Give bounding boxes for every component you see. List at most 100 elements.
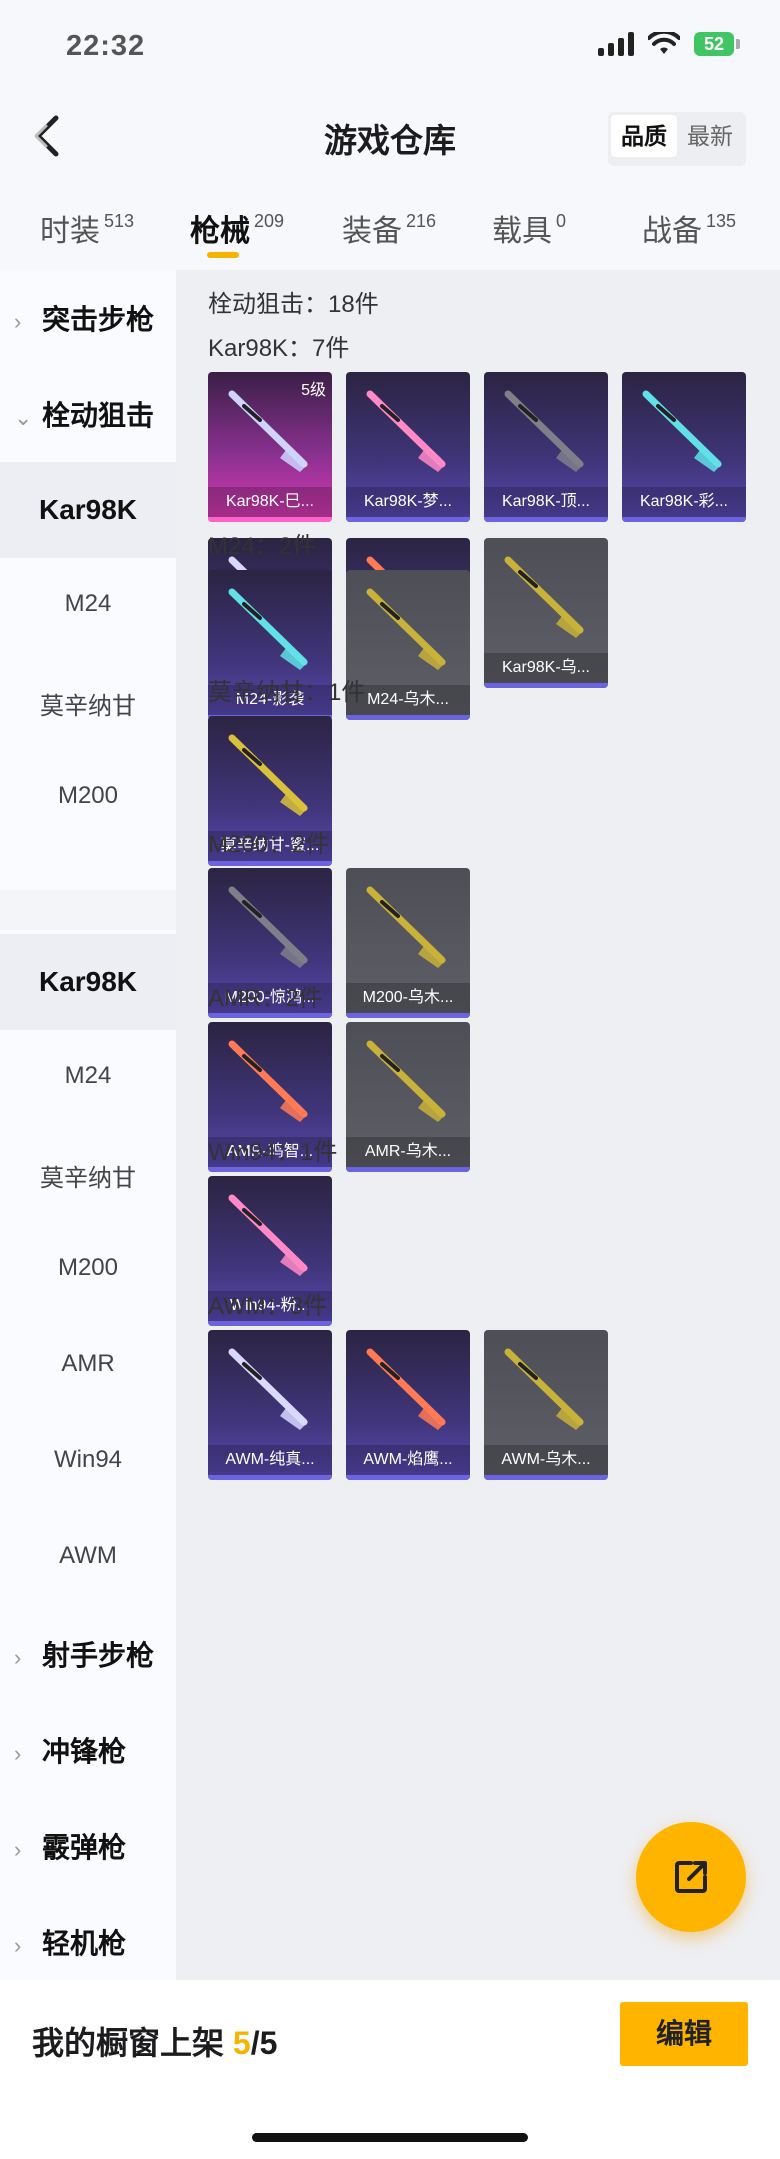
rifle-icon bbox=[366, 1040, 446, 1122]
rarity-bar bbox=[208, 1475, 332, 1480]
sidebar-group-assault-rifle[interactable]: › 突击步枪 bbox=[0, 298, 190, 338]
sidebar-group-bolt-sniper[interactable]: ⌄ 栓动狙击 bbox=[0, 394, 190, 434]
rarity-bar bbox=[208, 1167, 332, 1172]
battery-icon: 52 bbox=[694, 32, 740, 56]
wifi-icon bbox=[648, 32, 680, 54]
section-title: AMR：2件 bbox=[208, 985, 323, 1012]
rifle-icon bbox=[504, 1348, 584, 1430]
category-header: 栓动狙击：18件 bbox=[208, 291, 379, 318]
item-name: Kar98K-彩... bbox=[622, 487, 746, 517]
weapon-card[interactable]: AWM-乌木... bbox=[484, 1330, 608, 1480]
item-name: Kar98K-乌... bbox=[484, 653, 608, 683]
signal-icon bbox=[598, 32, 634, 56]
sidebar-item-win94[interactable]: Win94 bbox=[0, 1446, 176, 1474]
chevron-right-icon: › bbox=[14, 1933, 22, 1958]
sidebar: › 突击步枪 ⌄ 栓动狙击 Kar98K M24 莫辛纳甘 M200 Kar98K … bbox=[0, 270, 176, 1980]
home-indicator bbox=[252, 2133, 528, 2142]
weapon-card[interactable]: AMR-乌木... bbox=[346, 1022, 470, 1172]
tab-fashion[interactable]: 时装 513 bbox=[40, 206, 134, 250]
tab-vehicles[interactable]: 载具 0 bbox=[492, 206, 566, 250]
rifle-icon bbox=[228, 886, 308, 968]
sidebar-group-marksman-rifle[interactable]: › 射手步枪 bbox=[0, 1634, 190, 1674]
chevron-right-icon: › bbox=[14, 1645, 22, 1670]
bottom-bar: 我的橱窗上架 5/5 编辑 bbox=[0, 1980, 780, 2159]
item-name: AMR-乌木... bbox=[346, 1137, 470, 1167]
tab-supplies[interactable]: 战备 135 bbox=[642, 206, 736, 250]
edit-button[interactable]: 编辑 bbox=[620, 2002, 748, 2066]
weapon-card[interactable]: AWM-纯真... bbox=[208, 1330, 332, 1480]
sort-option-latest[interactable]: 最新 bbox=[677, 115, 743, 157]
sidebar-group-shotgun[interactable]: › 霰弹枪 bbox=[0, 1826, 190, 1866]
section-title: M24：2件 bbox=[208, 533, 317, 560]
weapon-card[interactable]: AWM-焰鹰... bbox=[346, 1330, 470, 1480]
header: 游戏仓库 品质 最新 bbox=[0, 96, 780, 180]
rifle-icon bbox=[366, 390, 446, 472]
rifle-icon bbox=[366, 1348, 446, 1430]
item-name: AWM-纯真... bbox=[208, 1445, 332, 1475]
sidebar-item-m24[interactable]: M24 bbox=[0, 590, 176, 618]
rarity-bar bbox=[622, 517, 746, 522]
sidebar-item-amr[interactable]: AMR bbox=[0, 1350, 176, 1378]
rarity-bar bbox=[208, 1013, 332, 1018]
rifle-icon bbox=[228, 1194, 308, 1276]
tab-weapons[interactable]: 枪械 209 bbox=[190, 206, 284, 250]
sidebar-item-kar98k[interactable]: Kar98K bbox=[0, 462, 176, 558]
sort-toggle: 品质 最新 bbox=[608, 112, 746, 166]
chevron-right-icon: › bbox=[14, 1741, 22, 1766]
status-indicators: 52 bbox=[598, 32, 740, 56]
chevron-down-icon: ⌄ bbox=[14, 405, 33, 430]
sidebar-group-smg[interactable]: › 冲锋枪 bbox=[0, 1730, 190, 1770]
sidebar-group-lmg[interactable]: › 轻机枪 bbox=[0, 1922, 190, 1962]
item-name: AWM-乌木... bbox=[484, 1445, 608, 1475]
rarity-bar bbox=[346, 517, 470, 522]
status-time: 22:32 bbox=[66, 30, 146, 62]
item-name: Kar98K-巳... bbox=[208, 487, 332, 517]
rarity-bar bbox=[346, 1167, 470, 1172]
rifle-icon bbox=[504, 390, 584, 472]
sidebar-item-kar98k-2[interactable]: Kar98K bbox=[0, 934, 176, 1030]
item-name: Kar98K-梦... bbox=[346, 487, 470, 517]
rifle-icon bbox=[228, 1348, 308, 1430]
rarity-bar bbox=[208, 517, 332, 522]
weapon-card[interactable]: Kar98K-顶... bbox=[484, 372, 608, 522]
battery-level: 52 bbox=[694, 32, 734, 56]
rifle-icon bbox=[504, 556, 584, 638]
active-tab-indicator bbox=[207, 252, 239, 258]
sidebar-item-mosin[interactable]: 莫辛纳甘 bbox=[0, 686, 176, 721]
weapon-card[interactable]: M200-乌木... bbox=[346, 868, 470, 1018]
weapon-card[interactable]: 5级 Kar98K-巳... bbox=[208, 372, 332, 522]
rarity-bar bbox=[484, 517, 608, 522]
item-level: 5级 bbox=[301, 382, 326, 399]
rarity-bar bbox=[484, 1475, 608, 1480]
sidebar-item-m24-2[interactable]: M24 bbox=[0, 1062, 176, 1090]
section-title: Kar98K：7件 bbox=[208, 335, 350, 362]
sort-option-quality[interactable]: 品质 bbox=[611, 115, 677, 157]
rifle-icon bbox=[228, 1040, 308, 1122]
rarity-bar bbox=[208, 861, 332, 866]
sidebar-item-m200[interactable]: M200 bbox=[0, 782, 176, 810]
section-title: M200：2件 bbox=[208, 831, 330, 858]
rarity-bar bbox=[346, 1013, 470, 1018]
rarity-bar bbox=[484, 683, 608, 688]
share-button[interactable] bbox=[636, 1822, 746, 1932]
rifle-icon bbox=[642, 390, 722, 472]
sidebar-item-m200-2[interactable]: M200 bbox=[0, 1254, 176, 1282]
rifle-icon bbox=[228, 734, 308, 816]
rarity-bar bbox=[346, 1475, 470, 1480]
rarity-bar bbox=[346, 715, 470, 720]
tab-equipment[interactable]: 装备 216 bbox=[342, 206, 436, 250]
status-bar: 22:32 52 bbox=[0, 0, 780, 96]
section-title: 莫辛纳甘：1件 bbox=[208, 679, 366, 706]
rarity-bar bbox=[208, 1321, 332, 1326]
share-icon bbox=[675, 1861, 707, 1893]
weapon-card[interactable]: Kar98K-乌... bbox=[484, 538, 608, 688]
sidebar-item-awm[interactable]: AWM bbox=[0, 1542, 176, 1570]
weapon-card[interactable]: Kar98K-彩... bbox=[622, 372, 746, 522]
section-title: AWM：3件 bbox=[208, 1293, 328, 1320]
item-name: M200-乌木... bbox=[346, 983, 470, 1013]
rifle-icon bbox=[366, 886, 446, 968]
weapon-card[interactable]: Kar98K-梦... bbox=[346, 372, 470, 522]
sidebar-item-mosin-2[interactable]: 莫辛纳甘 bbox=[0, 1158, 176, 1193]
showcase-status: 我的橱窗上架 5/5 bbox=[32, 2025, 278, 2061]
category-tabs: 时装 513 枪械 209 装备 216 载具 0 战备 135 bbox=[0, 180, 780, 270]
